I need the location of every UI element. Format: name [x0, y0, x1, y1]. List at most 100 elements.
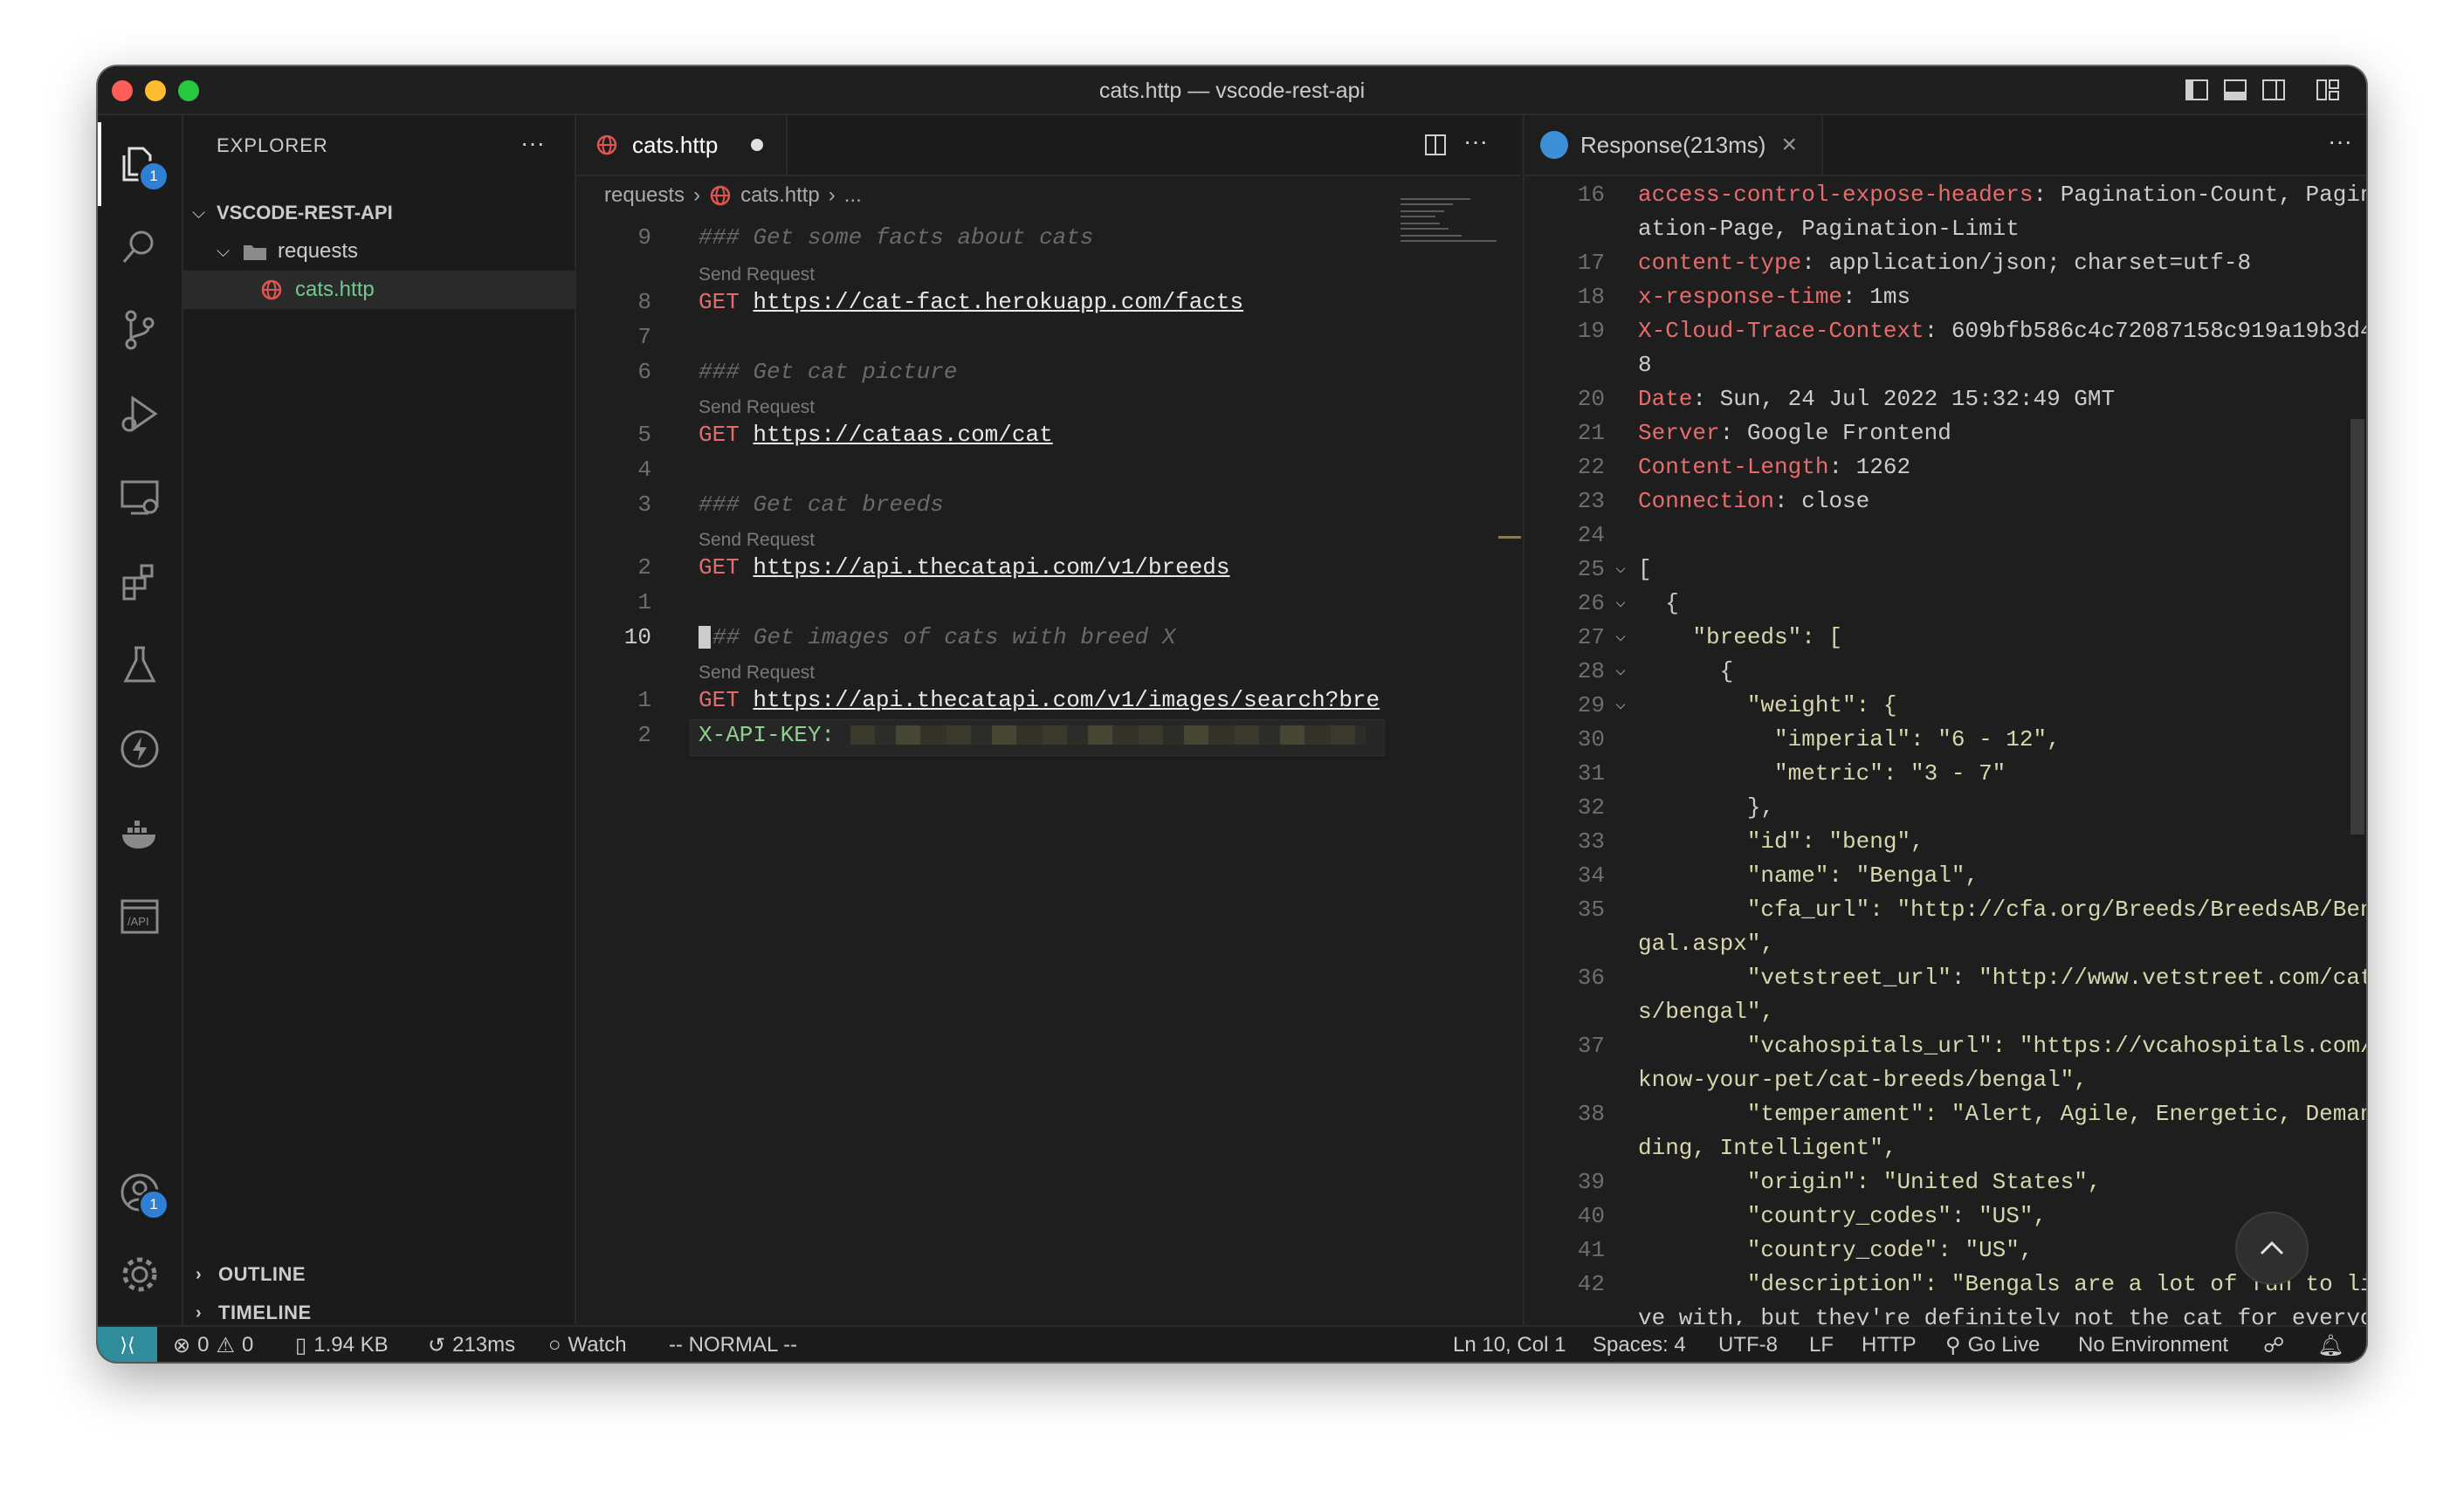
gear-icon[interactable]: [115, 1250, 164, 1299]
response-text: X-Cloud-Trace-Context: 609bfb586c4c72087…: [1638, 318, 2366, 344]
response-line: 21 Server: Google Frontend: [1525, 415, 2366, 449]
language-mode[interactable]: HTTP: [1862, 1327, 1917, 1362]
request-url[interactable]: https://api.thecatapi.com/v1/breeds: [753, 554, 1229, 581]
go-live-button[interactable]: ⚲ Go Live: [1945, 1327, 2040, 1362]
tree-file-cats-http[interactable]: cats.http: [183, 271, 575, 309]
watch-button[interactable]: ○ Watch: [548, 1327, 627, 1362]
thunder-client-icon[interactable]: [115, 725, 164, 773]
line-number: 41: [1577, 1237, 1605, 1263]
minimap[interactable]: [1401, 196, 1504, 248]
testing-icon[interactable]: [115, 641, 164, 690]
api-icon[interactable]: /API: [115, 892, 164, 941]
toggle-primary-sidebar-icon[interactable]: [2185, 79, 2209, 101]
fold-chevron-icon[interactable]: ⌵: [1615, 658, 1626, 681]
file-label: cats.http: [295, 278, 375, 301]
bell-icon[interactable]: 🔔︎: [2317, 1327, 2344, 1362]
response-line: 39 "origin": "United States",: [1525, 1164, 2366, 1198]
split-editor-icon[interactable]: [1423, 133, 1448, 157]
line-number: 2: [637, 722, 651, 748]
problems-indicator[interactable]: ⊗ 0 ⚠ 0: [173, 1327, 253, 1362]
line-number: 23: [1577, 488, 1605, 514]
json-text: "country_code": "US",: [1638, 1237, 2034, 1263]
indentation[interactable]: Spaces: 4: [1593, 1327, 1686, 1362]
chevron-down-icon: ⌵: [217, 241, 231, 261]
response-line: 32 },: [1525, 789, 2366, 823]
breadcrumb-folder[interactable]: requests: [604, 183, 685, 208]
header-name: content-type: [1638, 250, 1802, 276]
explorer-sidebar: EXPLORER ··· ⌵ VSCODE-REST-API ⌵ request…: [183, 115, 576, 1325]
json-text: "metric": "3 - 7": [1638, 760, 2006, 787]
request-url[interactable]: https://cat-fact.herokuapp.com/facts: [753, 289, 1243, 315]
editor-more-button[interactable]: ···: [1463, 127, 1488, 155]
line-number: 37: [1577, 1033, 1605, 1059]
close-icon[interactable]: ×: [1781, 130, 1797, 160]
response-time[interactable]: ↺ 213ms: [428, 1327, 515, 1362]
fold-chevron-icon[interactable]: ⌵: [1615, 624, 1626, 647]
response-text: "metric": "3 - 7": [1638, 760, 2006, 787]
json-text: "origin": "United States",: [1638, 1169, 2102, 1195]
tab-response[interactable]: Response(213ms) ×: [1525, 115, 1823, 175]
remote-indicator-icon[interactable]: ⟩⟨: [98, 1327, 157, 1362]
line-number: 38: [1577, 1101, 1605, 1127]
fold-chevron-icon[interactable]: ⌵: [1615, 692, 1626, 715]
run-debug-icon[interactable]: [115, 389, 164, 438]
error-icon: ⊗: [173, 1333, 191, 1357]
docker-icon[interactable]: [115, 808, 164, 857]
response-line: 25 ⌵ [: [1525, 551, 2366, 585]
code-line: 7: [576, 320, 1521, 354]
fold-chevron-icon[interactable]: ⌵: [1615, 590, 1626, 613]
response-size[interactable]: ▯ 1.94 KB: [295, 1327, 389, 1362]
response-text: "temperament": "Alert, Agile, Energetic,…: [1638, 1101, 2366, 1127]
response-line: s/bengal",: [1525, 993, 2366, 1027]
line-number: 20: [1577, 386, 1605, 412]
tree-folder-requests[interactable]: ⌵ requests: [183, 232, 575, 271]
fold-chevron-icon[interactable]: ⌵: [1615, 556, 1626, 579]
title-bar: cats.http — vscode-rest-api: [98, 66, 2366, 115]
header-value: : Pagination-Count, Pagin: [2033, 182, 2366, 208]
line-number: 26: [1577, 590, 1605, 616]
watch-label: Watch: [568, 1333, 627, 1357]
toggle-panel-icon[interactable]: [2223, 79, 2247, 101]
toggle-secondary-sidebar-icon[interactable]: [2261, 79, 2286, 101]
header-name: X-Cloud-Trace-Context: [1638, 318, 1924, 344]
tree-root-folder[interactable]: ⌵ VSCODE-REST-API: [183, 194, 575, 232]
customize-layout-icon[interactable]: [2316, 79, 2340, 101]
end-of-line[interactable]: LF: [1809, 1327, 1834, 1362]
breadcrumb-file[interactable]: cats.http: [740, 183, 820, 208]
explorer-icon[interactable]: 1: [115, 140, 169, 192]
response-text: "cfa_url": "http://cfa.org/Breeds/Breeds…: [1638, 897, 2366, 923]
explorer-more-button[interactable]: ···: [520, 129, 545, 157]
response-line: gal.aspx",: [1525, 925, 2366, 959]
line-number: 31: [1577, 760, 1605, 787]
unsaved-dot-icon[interactable]: [751, 139, 764, 151]
response-more-button[interactable]: ···: [2328, 127, 2352, 155]
tab-cats-http[interactable]: cats.http: [576, 115, 788, 175]
json-text: ding, Intelligent",: [1638, 1135, 1897, 1161]
chevron-down-icon: ⌵: [192, 203, 206, 223]
encoding[interactable]: UTF-8: [1718, 1327, 1778, 1362]
scrollbar-marker: [1498, 536, 1521, 539]
request-url[interactable]: https://api.thecatapi.com/v1/images/sear…: [753, 687, 1380, 713]
accounts-status-icon[interactable]: ☍: [2263, 1327, 2284, 1362]
environment-selector[interactable]: No Environment: [2078, 1327, 2228, 1362]
remote-explorer-icon[interactable]: [115, 473, 164, 522]
source-control-icon[interactable]: [115, 306, 164, 354]
cursor-position[interactable]: Ln 10, Col 1: [1453, 1327, 1566, 1362]
line-number: 28: [1577, 658, 1605, 684]
code-line: 8 GET https://cat-fact.herokuapp.com/fact…: [576, 285, 1521, 320]
response-text: Date: Sun, 24 Jul 2022 15:32:49 GMT: [1638, 386, 2115, 412]
response-line: 23 Connection: close: [1525, 483, 2366, 517]
root-folder-label: VSCODE-REST-API: [217, 202, 393, 223]
breadcrumb-more[interactable]: ...: [844, 183, 862, 208]
line-number: 4: [637, 457, 651, 483]
request-url[interactable]: https://cataas.com/cat: [753, 422, 1052, 448]
response-text: Content-Length: 1262: [1638, 454, 1910, 480]
extensions-icon[interactable]: [115, 557, 164, 606]
response-text: content-type: application/json; charset=…: [1638, 250, 2251, 276]
search-icon[interactable]: [115, 222, 164, 271]
accounts-icon[interactable]: 1: [115, 1168, 169, 1220]
line-number: 39: [1577, 1169, 1605, 1195]
outline-section[interactable]: › OUTLINE: [183, 1255, 575, 1294]
scroll-to-top-button[interactable]: [2235, 1212, 2309, 1285]
response-scrollbar[interactable]: [2350, 419, 2364, 835]
